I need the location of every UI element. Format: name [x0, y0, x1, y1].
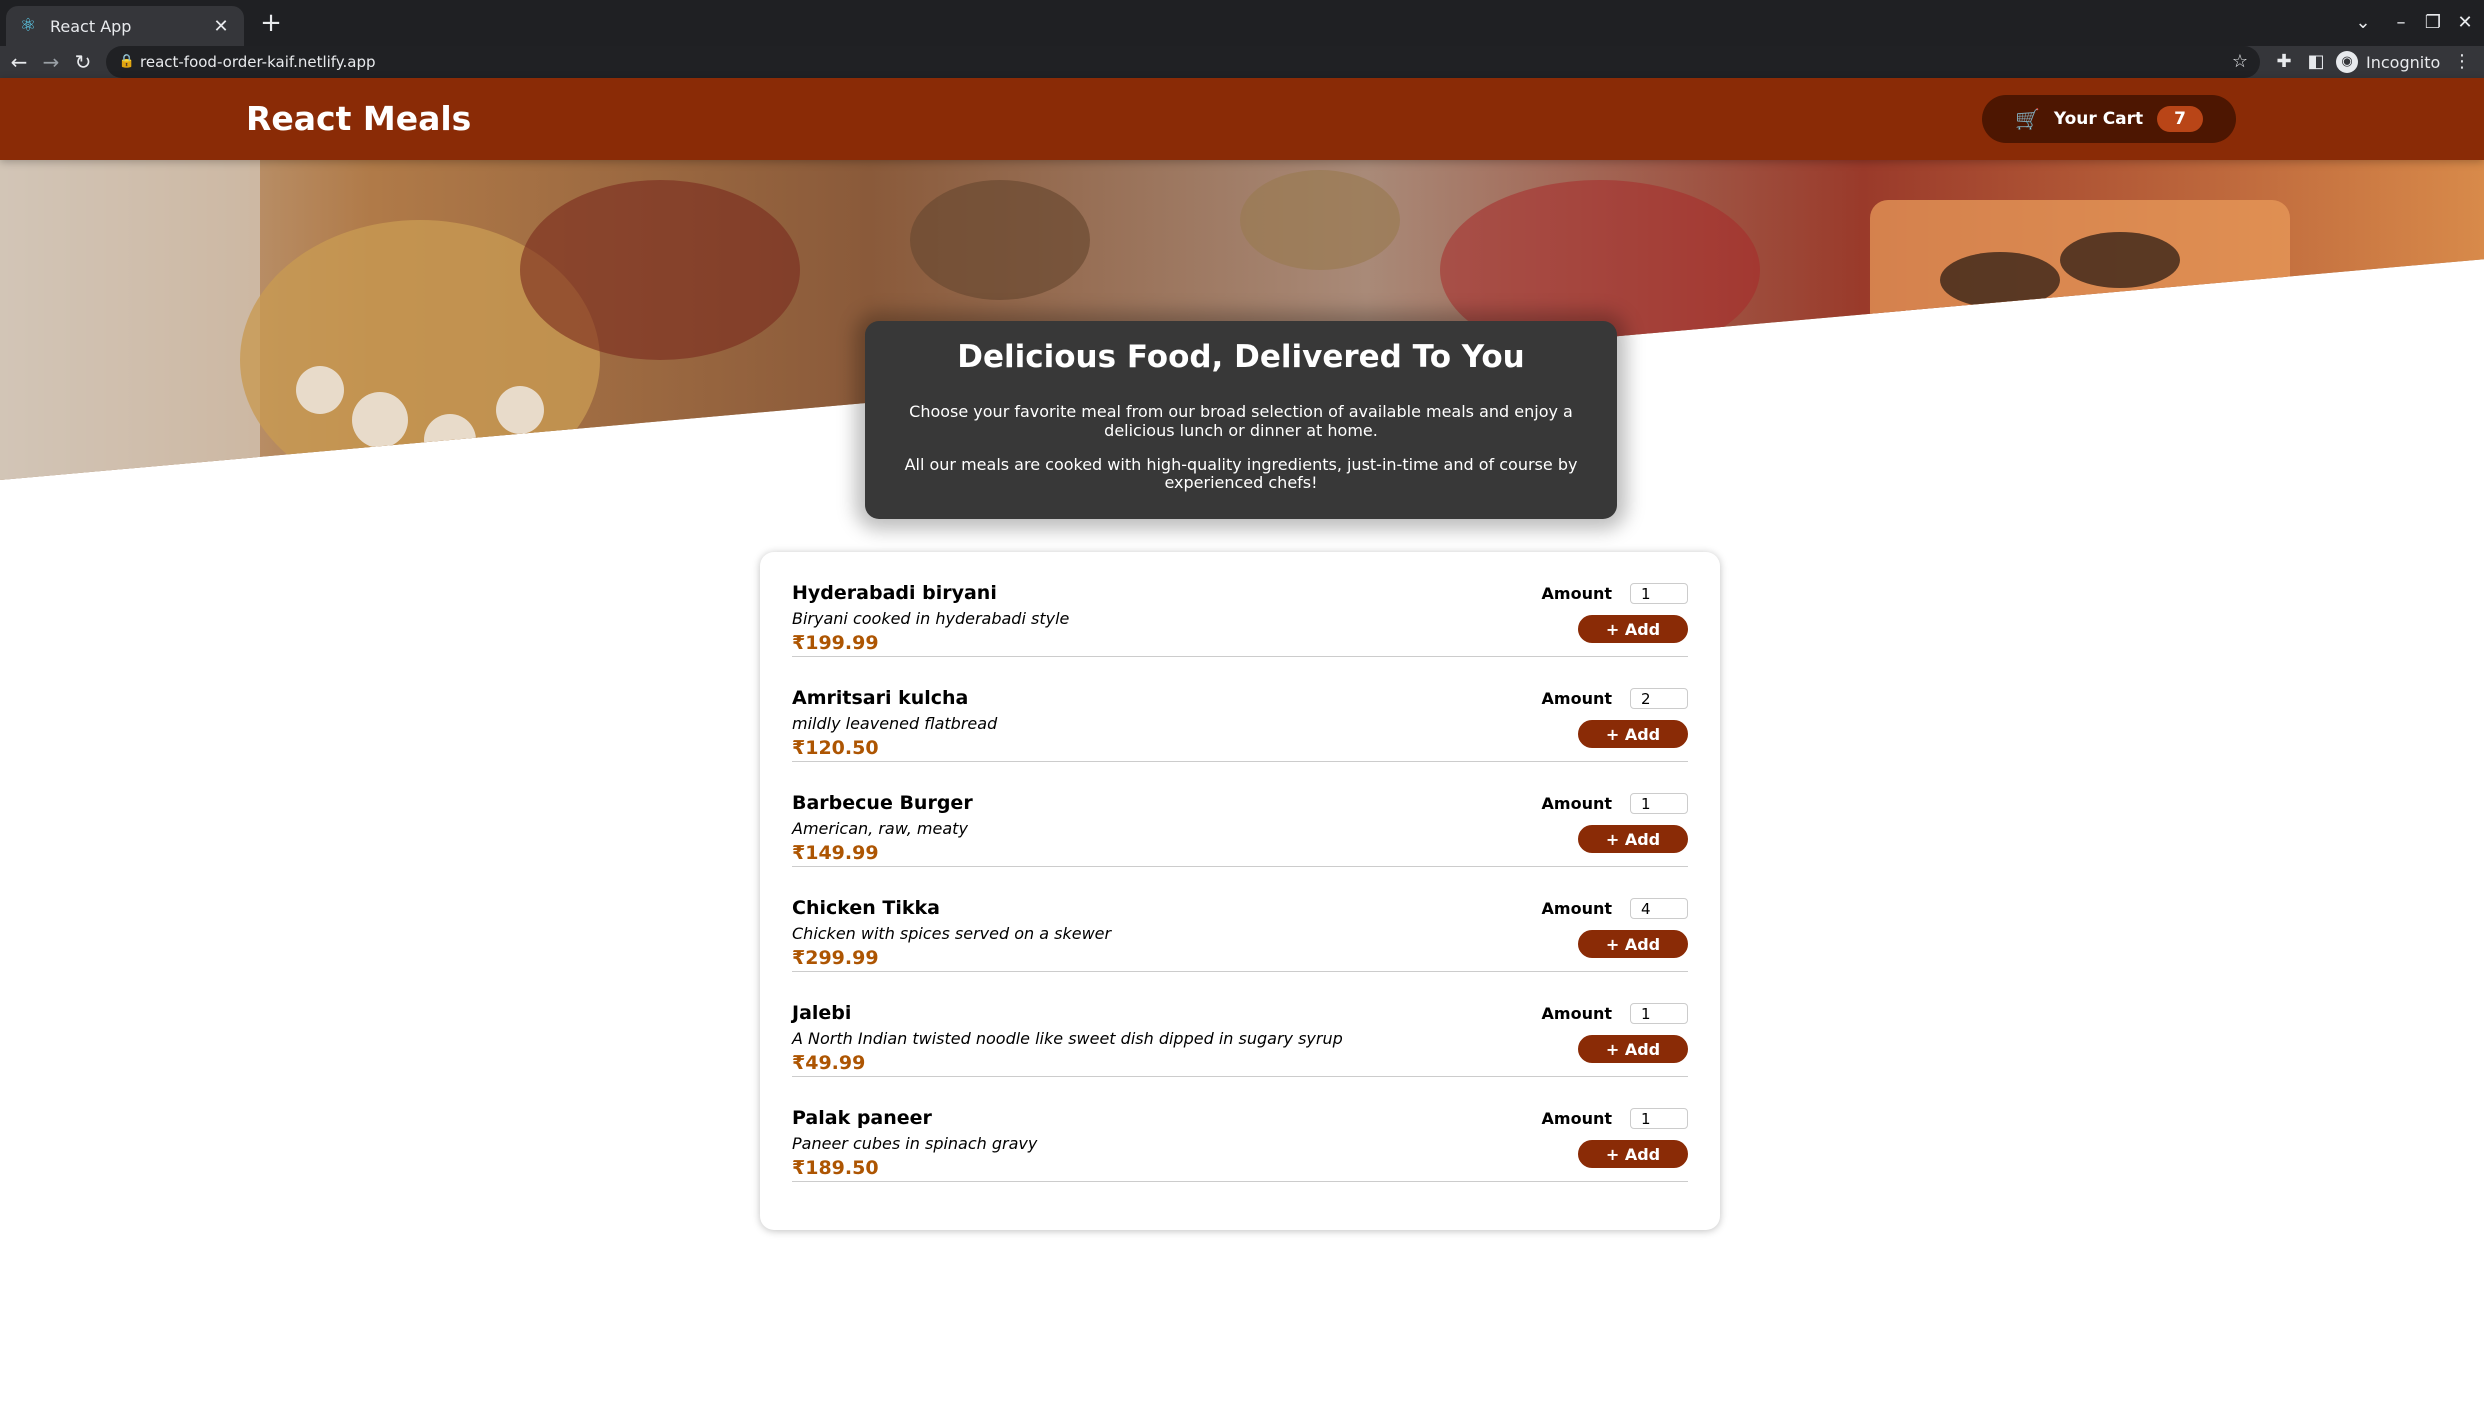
close-tab-icon[interactable]: ✕ [210, 16, 232, 37]
react-logo-icon: ⚛ [19, 15, 37, 36]
meal-description: Biryani cooked in hyderabadi style [792, 609, 1070, 628]
meal-description: A North Indian twisted noodle like sweet… [792, 1029, 1343, 1048]
add-button[interactable]: + Add [1578, 930, 1688, 958]
app-header: React Meals 🛒 Your Cart 7 [0, 78, 2484, 160]
cart-count-badge: 7 [2157, 106, 2204, 132]
meal-price: ₹49.99 [792, 1052, 866, 1074]
incognito-icon: ◉ [2336, 51, 2358, 73]
meal-item: Hyderabadi biryani Biryani cooked in hyd… [792, 552, 1688, 657]
meal-price: ₹299.99 [792, 947, 879, 969]
restore-icon[interactable]: ❐ [2418, 8, 2448, 38]
meal-name: Amritsari kulcha [792, 687, 969, 709]
bookmark-star-icon[interactable]: ☆ [2232, 46, 2248, 78]
meal-description: mildly leavened flatbread [792, 714, 998, 733]
available-meals-card: Hyderabadi biryani Biryani cooked in hyd… [760, 552, 1720, 1230]
minimize-icon[interactable]: – [2386, 8, 2416, 38]
amount-label: Amount [1541, 689, 1612, 708]
add-button[interactable]: + Add [1578, 720, 1688, 748]
add-button[interactable]: + Add [1578, 615, 1688, 643]
forward-icon[interactable]: → [36, 46, 66, 78]
summary-heading: Delicious Food, Delivered To You [957, 339, 1525, 375]
meals-summary: Delicious Food, Delivered To You Choose … [865, 321, 1617, 519]
amount-input[interactable] [1630, 583, 1688, 604]
meal-name: Chicken Tikka [792, 897, 940, 919]
add-button[interactable]: + Add [1578, 1035, 1688, 1063]
meal-name: Barbecue Burger [792, 792, 973, 814]
amount-label: Amount [1541, 899, 1612, 918]
browser-tabstrip: ⚛ React App ✕ + ⌄ – ❐ ✕ [0, 0, 2484, 46]
meal-price: ₹149.99 [792, 842, 879, 864]
back-icon[interactable]: ← [4, 46, 34, 78]
address-bar[interactable]: 🔒 react-food-order-kaif.netlify.app ☆ [106, 46, 2260, 78]
cart-button[interactable]: 🛒 Your Cart 7 [1982, 95, 2236, 143]
amount-input[interactable] [1630, 1108, 1688, 1129]
amount-input[interactable] [1630, 1003, 1688, 1024]
meal-item: Amritsari kulcha mildly leavened flatbre… [792, 657, 1688, 762]
meal-price: ₹199.99 [792, 632, 879, 654]
incognito-indicator[interactable]: ◉ Incognito [2336, 46, 2440, 78]
side-panel-icon[interactable]: ◧ [2302, 46, 2330, 78]
amount-label: Amount [1541, 794, 1612, 813]
cart-icon: 🛒 [2014, 107, 2040, 131]
amount-label: Amount [1541, 584, 1612, 603]
meal-item: Palak paneer Paneer cubes in spinach gra… [792, 1077, 1688, 1182]
browser-toolbar: ← → ↻ 🔒 react-food-order-kaif.netlify.ap… [0, 46, 2484, 78]
cart-label: Your Cart [2053, 109, 2144, 129]
browser-tab[interactable]: ⚛ React App ✕ [6, 6, 244, 46]
amount-label: Amount [1541, 1004, 1612, 1023]
amount-label: Amount [1541, 1109, 1612, 1128]
tab-title: React App [50, 16, 132, 36]
new-tab-icon[interactable]: + [256, 8, 286, 38]
meal-description: Chicken with spices served on a skewer [792, 924, 1112, 943]
meal-name: Hyderabadi biryani [792, 582, 997, 604]
tab-search-icon[interactable]: ⌄ [2348, 8, 2378, 38]
meal-item: Barbecue Burger American, raw, meaty ₹14… [792, 762, 1688, 867]
amount-input[interactable] [1630, 688, 1688, 709]
app-title: React Meals [246, 99, 472, 138]
summary-paragraph-2: All our meals are cooked with high-quali… [904, 455, 1578, 493]
meal-name: Palak paneer [792, 1107, 932, 1129]
incognito-label: Incognito [2366, 52, 2441, 72]
add-button[interactable]: + Add [1578, 825, 1688, 853]
meal-name: Jalebi [792, 1002, 852, 1024]
lock-icon: 🔒 [118, 54, 136, 69]
add-button[interactable]: + Add [1578, 1140, 1688, 1168]
meal-price: ₹120.50 [792, 737, 879, 759]
url-text: react-food-order-kaif.netlify.app [140, 53, 376, 71]
meal-item: Jalebi A North Indian twisted noodle lik… [792, 972, 1688, 1077]
extensions-icon[interactable]: ✚ [2270, 46, 2298, 78]
meal-description: American, raw, meaty [792, 819, 968, 838]
amount-input[interactable] [1630, 793, 1688, 814]
amount-input[interactable] [1630, 898, 1688, 919]
close-window-icon[interactable]: ✕ [2450, 8, 2480, 38]
meal-description: Paneer cubes in spinach gravy [792, 1134, 1038, 1153]
summary-paragraph-1: Choose your favorite meal from our broad… [909, 402, 1573, 440]
browser-menu-icon[interactable]: ⋮ [2448, 46, 2476, 78]
meal-item: Chicken Tikka Chicken with spices served… [792, 867, 1688, 972]
reload-icon[interactable]: ↻ [68, 46, 98, 78]
meal-price: ₹189.50 [792, 1157, 879, 1179]
